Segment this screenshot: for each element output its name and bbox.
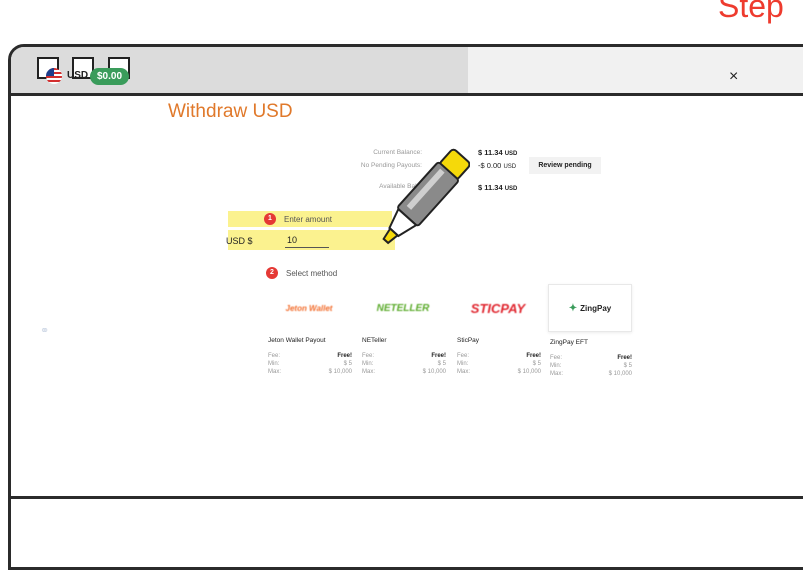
method-card-selected[interactable]: ✦ ZingPay ZingPay EFT Fee: Free! Min: $ 5 …: [548, 284, 632, 378]
amount-input[interactable]: [285, 233, 329, 248]
available-balance-value: $ 11.34 USD: [478, 183, 518, 192]
tab-strip: [468, 47, 803, 93]
zingpay-icon: ✦: [568, 302, 578, 314]
currency-label[interactable]: USD: [67, 70, 88, 81]
method-logo: STICPAY: [470, 300, 526, 316]
step2-label: Select method: [286, 269, 338, 278]
pending-payouts-value: -$ 0.00 USD: [478, 161, 517, 170]
method-logo: NETELLER: [376, 302, 430, 314]
page-title: Withdraw USD: [168, 101, 293, 122]
method-name: SticPay: [457, 337, 480, 344]
bottom-bar: [11, 496, 803, 499]
method-logo: ✦ ZingPay: [548, 284, 632, 332]
step1-label: Enter amount: [284, 215, 333, 224]
step2-number: 2: [266, 267, 278, 279]
balance-badge[interactable]: $0.00: [90, 68, 130, 85]
method-card[interactable]: Jeton Wallet Jeton Wallet Payout Fee: Fre…: [266, 288, 352, 376]
method-card[interactable]: STICPAY SticPay Fee: Free! Min: $ 5 Max: $ …: [455, 288, 541, 376]
us-flag-icon: [46, 68, 62, 84]
amount-prefix: USD $: [226, 236, 253, 246]
method-card[interactable]: NETELLER NETeller Fee: Free! Min: $ 5 Max:…: [360, 288, 446, 376]
highlighter-pen-icon: [382, 148, 470, 245]
method-logo: Jeton Wallet: [285, 303, 333, 313]
link-icon: ⚭: [40, 325, 50, 337]
review-pending-button[interactable]: Review pending: [529, 157, 601, 174]
method-name: NETeller: [362, 337, 387, 344]
step1-number: 1: [264, 213, 276, 225]
current-balance-value: $ 11.34 USD: [478, 148, 518, 157]
close-icon[interactable]: ×: [729, 68, 738, 86]
title-bar: [11, 47, 803, 96]
method-name: ZingPay EFT: [550, 339, 588, 346]
method-name: Jeton Wallet Payout: [268, 337, 326, 344]
step-title: Step: [718, 0, 784, 24]
